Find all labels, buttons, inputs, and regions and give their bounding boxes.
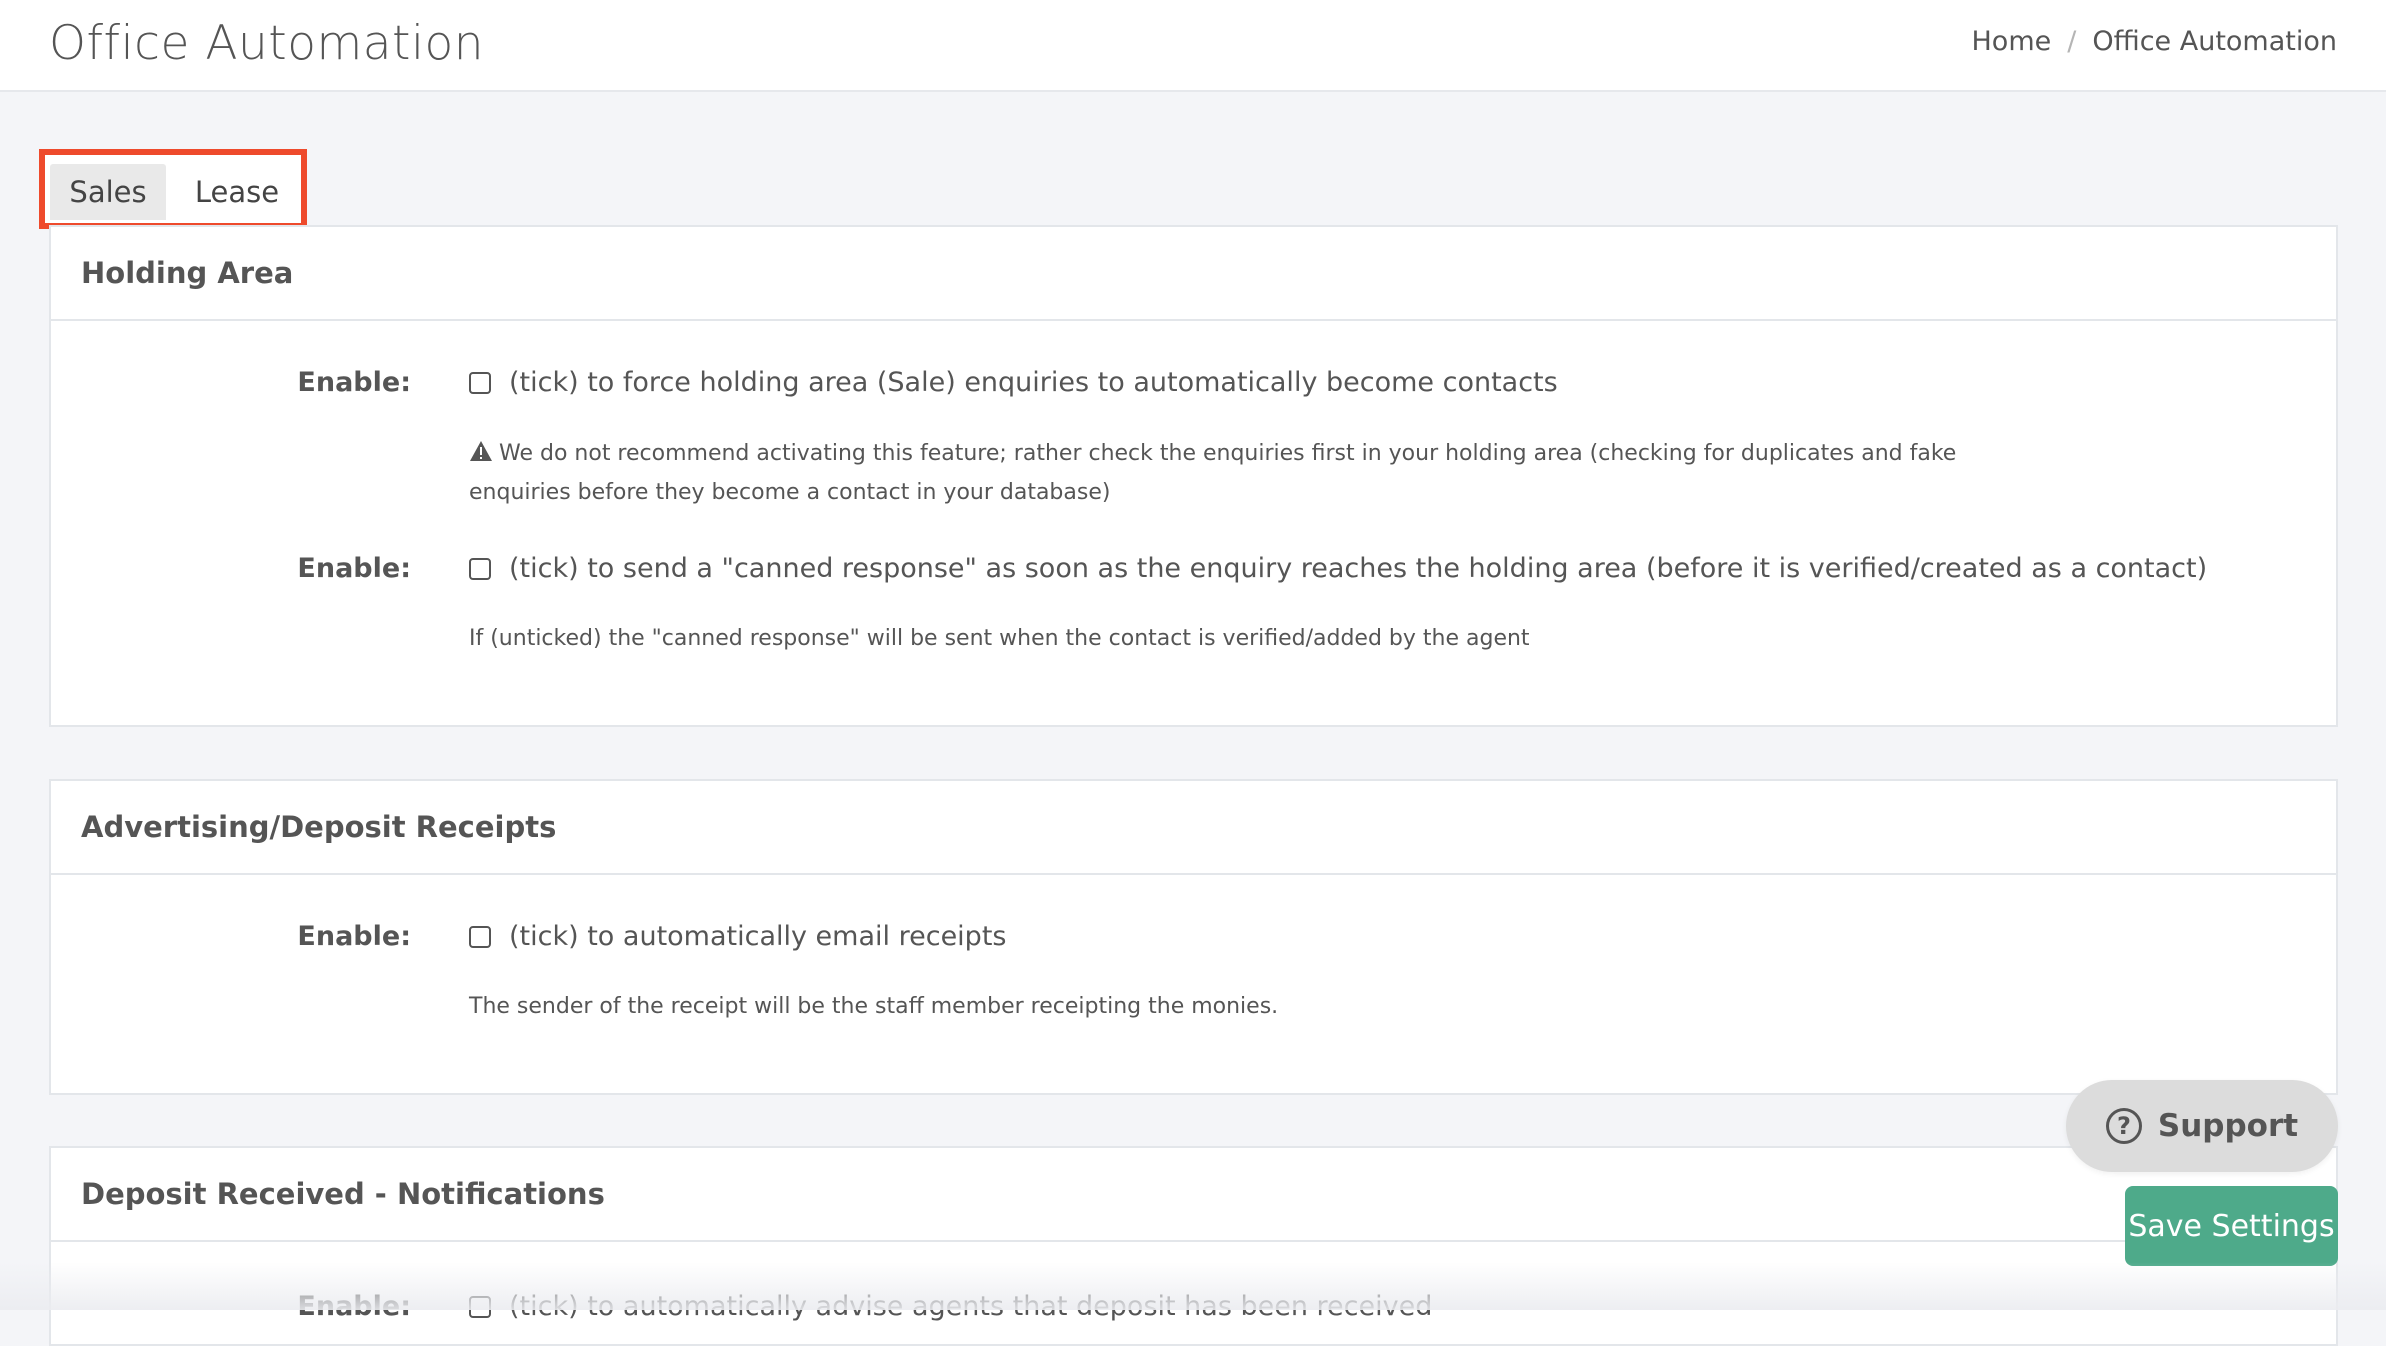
canned-response-description: (tick) to send a "canned response" as so… [509,553,2208,584]
canned-response-note: If (unticked) the "canned response" will… [469,626,1530,651]
deposit-notify-description: (tick) to automatically advise agents th… [509,1291,1433,1322]
holding-area-title: Holding Area [51,227,2336,321]
breadcrumb-current: Office Automation [2092,26,2337,57]
breadcrumb-home-link[interactable]: Home [1972,26,2052,57]
support-button[interactable]: ? Support [2066,1080,2338,1172]
warning-text-line2: enquiries before they become a contact i… [469,480,1111,505]
breadcrumb-separator: / [2067,26,2077,57]
question-circle-icon: ? [2105,1108,2142,1144]
tab-sales[interactable]: Sales [50,164,166,220]
top-bar: Office Automation Home / Office Automation [0,0,2386,92]
enable-label: Enable: [297,921,411,952]
support-button-label: Support [2157,1108,2299,1144]
deposit-notifications-title: Deposit Received - Notifications [51,1148,2336,1242]
deposit-notify-checkbox[interactable] [469,1296,491,1318]
advertising-receipts-panel: Advertising/Deposit Receipts Enable: (ti… [49,779,2338,1095]
email-receipts-note: The sender of the receipt will be the st… [469,994,1279,1019]
enable-label: Enable: [297,1291,411,1322]
holding-area-panel: Holding Area Enable: (tick) to force hol… [49,225,2338,727]
breadcrumb: Home / Office Automation [1972,26,2338,57]
tab-lease[interactable]: Lease [176,164,298,220]
advertising-receipts-title: Advertising/Deposit Receipts [51,781,2336,875]
auto-contacts-description: (tick) to force holding area (Sale) enqu… [509,367,1558,398]
auto-contacts-warning: We do not recommend activating this feat… [469,435,1956,511]
auto-contacts-checkbox[interactable] [469,372,491,394]
canned-response-checkbox[interactable] [469,558,491,580]
deposit-notifications-panel: Deposit Received - Notifications Enable:… [49,1146,2338,1346]
enable-label: Enable: [297,367,411,398]
email-receipts-description: (tick) to automatically email receipts [509,921,1007,952]
page-title: Office Automation [49,16,485,71]
warning-text-line1: We do not recommend activating this feat… [499,441,1957,466]
email-receipts-checkbox[interactable] [469,926,491,948]
enable-label: Enable: [297,553,411,584]
save-settings-button[interactable]: Save Settings [2125,1186,2338,1266]
warning-icon [469,437,493,474]
